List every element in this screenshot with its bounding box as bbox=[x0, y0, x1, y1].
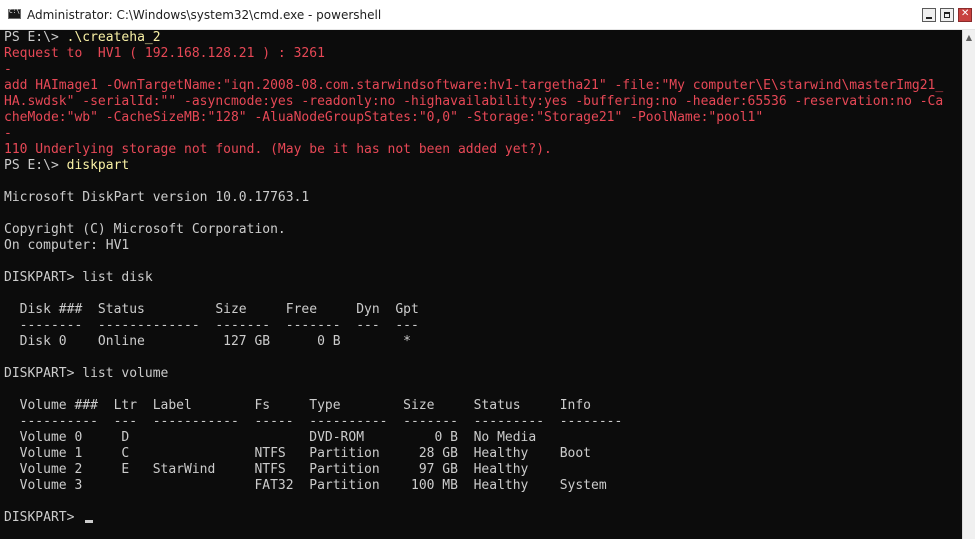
console-line: Volume 1 C NTFS Partition 28 GB Healthy … bbox=[0, 446, 962, 462]
console-line-text: PS E:\> bbox=[4, 30, 67, 45]
console-line-text: ---------- --- ----------- ----- -------… bbox=[4, 414, 623, 429]
console-line: DISKPART> bbox=[0, 510, 962, 526]
scroll-up-arrow-icon[interactable]: ▲ bbox=[963, 30, 975, 46]
maximize-button[interactable] bbox=[940, 8, 954, 22]
console-line-text: Copyright (C) Microsoft Corporation. bbox=[4, 222, 286, 237]
console-line-text: - bbox=[4, 126, 12, 141]
console-line-text: 110 Underlying storage not found. (May b… bbox=[4, 142, 552, 157]
window-title: Administrator: C:\Windows\system32\cmd.e… bbox=[27, 8, 382, 22]
console-line-text: Volume 1 C NTFS Partition 28 GB Healthy … bbox=[4, 446, 591, 461]
close-button[interactable] bbox=[958, 8, 972, 22]
console-line-text: Disk ### Status Size Free Dyn Gpt bbox=[4, 302, 419, 317]
console-line-text: Volume 2 E StarWind NTFS Partition 97 GB… bbox=[4, 462, 529, 477]
console-line-text: PS E:\> bbox=[4, 158, 67, 173]
console-line: ---------- --- ----------- ----- -------… bbox=[0, 414, 962, 430]
console-line-text: Microsoft DiskPart version 10.0.17763.1 bbox=[4, 190, 310, 205]
vertical-scrollbar[interactable]: ▲ bbox=[962, 30, 975, 539]
console-line-text: -------- ------------- ------- ------- -… bbox=[4, 318, 419, 333]
console-line: Volume ### Ltr Label Fs Type Size Status… bbox=[0, 398, 962, 414]
console-line-text: HA.swdsk" -serialId:"" -asyncmode:yes -r… bbox=[4, 94, 944, 109]
console-line-text: DISKPART> list disk bbox=[4, 270, 153, 285]
console-line: - bbox=[0, 126, 962, 142]
console-line: Disk ### Status Size Free Dyn Gpt bbox=[0, 302, 962, 318]
console-line: Request to HV1 ( 192.168.128.21 ) : 3261 bbox=[0, 46, 962, 62]
console-line: Volume 0 D DVD-ROM 0 B No Media bbox=[0, 430, 962, 446]
console-line-text: Request to HV1 ( 192.168.128.21 ) : 3261 bbox=[4, 46, 325, 61]
console-line: PS E:\> .\createha_2 bbox=[0, 30, 962, 46]
console-line: -------- ------------- ------- ------- -… bbox=[0, 318, 962, 334]
console-command: .\createha_2 bbox=[66, 30, 161, 45]
console-line: Volume 3 FAT32 Partition 100 MB Healthy … bbox=[0, 478, 962, 494]
console-line: Volume 2 E StarWind NTFS Partition 97 GB… bbox=[0, 462, 962, 478]
console-line: DISKPART> list volume bbox=[0, 366, 962, 382]
console-line: add HAImage1 -OwnTargetName:"iqn.2008-08… bbox=[0, 78, 962, 94]
title-bar[interactable]: Administrator: C:\Windows\system32\cmd.e… bbox=[0, 0, 975, 30]
console-line-text: cheMode:"wb" -CacheSizeMB:"128" -AluaNod… bbox=[4, 110, 764, 125]
console-output[interactable]: PS E:\> .\createha_2 Request to HV1 ( 192… bbox=[0, 30, 962, 539]
console-line-text: Volume 3 FAT32 Partition 100 MB Healthy … bbox=[4, 478, 607, 493]
console-line-text: DISKPART> bbox=[4, 510, 83, 525]
console-window: Administrator: C:\Windows\system32\cmd.e… bbox=[0, 0, 975, 539]
console-line-text: - bbox=[4, 62, 12, 77]
console-line: DISKPART> list disk bbox=[0, 270, 962, 286]
console-line: On computer: HV1 bbox=[0, 238, 962, 254]
console-line: Microsoft DiskPart version 10.0.17763.1 bbox=[0, 190, 962, 206]
console-line-text: On computer: HV1 bbox=[4, 238, 130, 253]
console-line: 110 Underlying storage not found. (May b… bbox=[0, 142, 962, 158]
console-line-text: DISKPART> list volume bbox=[4, 366, 169, 381]
minimize-button[interactable] bbox=[922, 8, 936, 22]
console-line-text: Disk 0 Online 127 GB 0 B * bbox=[4, 334, 411, 349]
console-line: PS E:\> diskpart bbox=[0, 158, 962, 174]
console-line: Copyright (C) Microsoft Corporation. bbox=[0, 222, 962, 238]
console-line: HA.swdsk" -serialId:"" -asyncmode:yes -r… bbox=[0, 94, 962, 110]
console-line-text: add HAImage1 -OwnTargetName:"iqn.2008-08… bbox=[4, 78, 944, 93]
console-line-text: Volume 0 D DVD-ROM 0 B No Media bbox=[4, 430, 537, 445]
console-command: diskpart bbox=[66, 158, 130, 173]
text-cursor[interactable] bbox=[85, 520, 94, 523]
console-line: Disk 0 Online 127 GB 0 B * bbox=[0, 334, 962, 350]
console-line: cheMode:"wb" -CacheSizeMB:"128" -AluaNod… bbox=[0, 110, 962, 126]
cmd-icon bbox=[8, 8, 21, 19]
console-line: - bbox=[0, 62, 962, 78]
console-line-text: Volume ### Ltr Label Fs Type Size Status… bbox=[4, 398, 591, 413]
